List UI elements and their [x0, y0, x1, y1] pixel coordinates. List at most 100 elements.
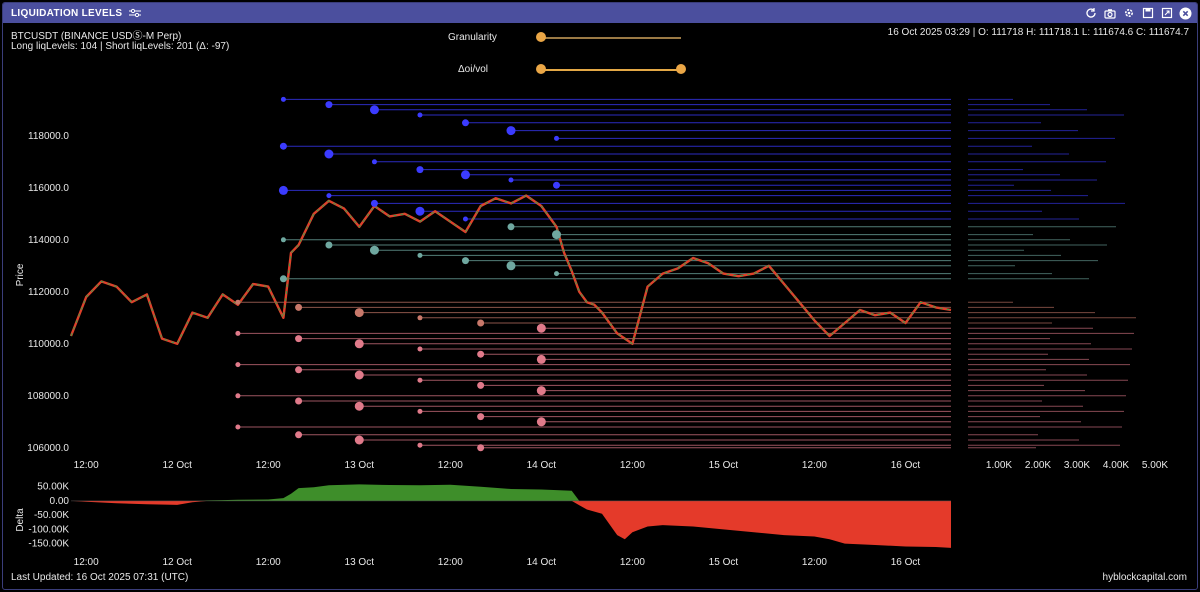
time-tick-label: 12:00	[802, 460, 827, 471]
last-updated: Last Updated: 16 Oct 2025 07:31 (UTC)	[11, 572, 189, 583]
liq-level-dot	[461, 257, 469, 265]
liq-level-dot	[369, 105, 379, 115]
time-tick-label: 12:00	[438, 460, 463, 471]
liq-level-dot	[235, 299, 241, 305]
price-tick-label: 108000.0	[27, 391, 69, 402]
brand-link[interactable]: hyblockcapital.com	[1103, 572, 1187, 583]
liq-level-dot	[536, 323, 546, 333]
delta-positive-area	[71, 484, 951, 501]
liq-level-dot	[295, 335, 303, 343]
volume-tick-label: 2.00K	[1025, 460, 1051, 471]
price-tick-label: 106000.0	[27, 443, 69, 454]
liq-level-dot	[477, 319, 485, 327]
liq-level-dot	[235, 330, 241, 336]
liq-level-dot	[354, 308, 364, 318]
liq-level-dot	[324, 149, 334, 159]
delta-time-tick-label: 14 Oct	[527, 557, 557, 568]
delta-tick-label: -100.00K	[28, 524, 69, 535]
delta-tick-label: 0.00	[50, 496, 70, 507]
delta-time-tick-label: 15 Oct	[709, 557, 739, 568]
delta-tick-label: 50.00K	[37, 482, 69, 493]
liq-level-dot	[461, 119, 469, 127]
price-axis-label: Price	[15, 263, 26, 286]
liq-level-dot	[354, 435, 364, 445]
delta-time-tick-label: 16 Oct	[891, 557, 921, 568]
liq-level-dot	[462, 216, 468, 222]
liq-level-dot	[280, 96, 286, 102]
liq-level-dot	[235, 362, 241, 368]
liq-level-dot	[369, 245, 379, 255]
delta-time-tick-label: 12 Oct	[162, 557, 192, 568]
time-tick-label: 12 Oct	[162, 460, 192, 471]
liq-level-dot	[508, 177, 514, 183]
liq-level-dot	[417, 112, 423, 118]
delta-axis-label: Delta	[15, 508, 26, 532]
liq-level-dot	[477, 444, 485, 452]
liq-level-dot	[325, 241, 333, 249]
liq-level-dot	[326, 193, 332, 199]
liq-level-dot	[460, 170, 470, 180]
time-tick-label: 12:00	[256, 460, 281, 471]
liq-level-dot	[416, 166, 424, 174]
price-tick-label: 114000.0	[28, 235, 69, 246]
delta-time-tick-label: 13 Oct	[345, 557, 375, 568]
time-tick-label: 12:00	[620, 460, 645, 471]
liq-level-dot	[278, 185, 288, 195]
delta-tick-label: -50.00K	[34, 510, 69, 521]
price-tick-label: 116000.0	[28, 183, 69, 194]
delta-time-tick-label: 12:00	[74, 557, 99, 568]
price-tick-label: 112000.0	[28, 287, 69, 298]
liq-level-dot	[554, 135, 560, 141]
liq-level-dot	[417, 315, 423, 321]
liq-level-dot	[235, 393, 241, 399]
liq-level-dot	[295, 397, 303, 405]
liq-level-dot	[417, 442, 423, 448]
liq-level-dot	[477, 381, 485, 389]
liq-level-dot	[417, 408, 423, 414]
delta-tick-label: -150.00K	[28, 539, 69, 550]
liq-level-dot	[371, 159, 377, 165]
liq-level-dot	[536, 354, 546, 364]
liq-level-dot	[477, 413, 485, 421]
liq-level-dot	[354, 339, 364, 349]
liq-level-dot	[417, 346, 423, 352]
liq-level-dot	[507, 223, 515, 231]
liq-level-dot	[506, 261, 516, 271]
liq-level-dot	[417, 252, 423, 258]
volume-tick-label: 5.00K	[1142, 460, 1168, 471]
liq-level-dot	[295, 431, 303, 439]
liq-level-dot	[279, 275, 287, 283]
liq-level-dot	[325, 101, 333, 109]
liq-level-dot	[553, 181, 561, 189]
volume-tick-label: 1.00K	[986, 460, 1012, 471]
liq-level-dot	[235, 424, 241, 430]
histogram-gap	[955, 89, 967, 453]
liq-level-dot	[552, 230, 562, 240]
liq-level-dot	[354, 401, 364, 411]
delta-time-tick-label: 12:00	[256, 557, 281, 568]
liq-level-dot	[477, 350, 485, 358]
volume-tick-label: 4.00K	[1103, 460, 1129, 471]
liq-level-dot	[354, 370, 364, 380]
liq-level-dot	[415, 206, 425, 216]
delta-negative-area	[71, 500, 951, 548]
time-tick-label: 12:00	[74, 460, 99, 471]
time-tick-label: 16 Oct	[891, 460, 921, 471]
time-tick-label: 14 Oct	[527, 460, 557, 471]
liq-level-dot	[554, 271, 560, 277]
liq-level-dot	[370, 199, 378, 207]
delta-time-tick-label: 12:00	[438, 557, 463, 568]
delta-time-tick-label: 12:00	[620, 557, 645, 568]
liq-level-dot	[279, 142, 287, 150]
liquidation-chart[interactable]: 106000.0 108000.0 110000.0 112000.0 114000.0…	[3, 3, 1198, 571]
volume-tick-label: 3.00K	[1064, 460, 1090, 471]
liq-level-dot	[295, 303, 303, 311]
liq-level-dot	[295, 366, 303, 374]
liq-level-dot	[417, 377, 423, 383]
liquidation-levels-panel: LIQUIDATION LEVELS BTCUSDT (BINANCE USDⓈ…	[2, 2, 1198, 590]
liq-level-dot	[280, 237, 286, 243]
liq-level-dot	[506, 126, 516, 136]
liq-level-dot	[536, 386, 546, 396]
price-tick-label: 118000.0	[28, 131, 69, 142]
delta-time-tick-label: 12:00	[802, 557, 827, 568]
